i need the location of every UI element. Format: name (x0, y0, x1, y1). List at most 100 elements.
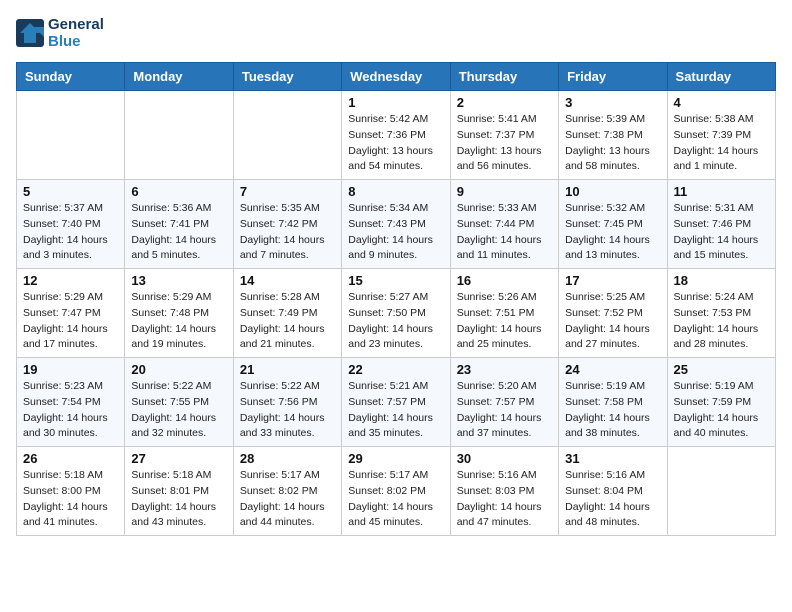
day-number: 9 (457, 184, 552, 199)
day-of-week-header: Monday (125, 63, 233, 91)
day-info: Sunrise: 5:42 AM Sunset: 7:36 PM Dayligh… (348, 112, 443, 175)
day-number: 27 (131, 451, 226, 466)
day-number: 8 (348, 184, 443, 199)
calendar-week-row: 5 Sunrise: 5:37 AM Sunset: 7:40 PM Daylig… (17, 180, 776, 269)
calendar-week-row: 19 Sunrise: 5:23 AM Sunset: 7:54 PM Dayli… (17, 358, 776, 447)
day-number: 15 (348, 273, 443, 288)
calendar-cell: 26 Sunrise: 5:18 AM Sunset: 8:00 PM Dayli… (17, 447, 125, 536)
day-number: 6 (131, 184, 226, 199)
calendar: SundayMondayTuesdayWednesdayThursdayFrid… (16, 62, 776, 536)
page-header: General Blue (16, 16, 776, 50)
day-number: 18 (674, 273, 769, 288)
day-number: 3 (565, 95, 660, 110)
calendar-cell: 27 Sunrise: 5:18 AM Sunset: 8:01 PM Dayli… (125, 447, 233, 536)
day-number: 5 (23, 184, 118, 199)
day-info: Sunrise: 5:29 AM Sunset: 7:48 PM Dayligh… (131, 290, 226, 353)
day-info: Sunrise: 5:28 AM Sunset: 7:49 PM Dayligh… (240, 290, 335, 353)
calendar-cell: 3 Sunrise: 5:39 AM Sunset: 7:38 PM Daylig… (559, 91, 667, 180)
day-info: Sunrise: 5:25 AM Sunset: 7:52 PM Dayligh… (565, 290, 660, 353)
day-info: Sunrise: 5:18 AM Sunset: 8:00 PM Dayligh… (23, 468, 118, 531)
calendar-cell: 15 Sunrise: 5:27 AM Sunset: 7:50 PM Dayli… (342, 269, 450, 358)
calendar-cell (125, 91, 233, 180)
calendar-cell: 21Sunrise: 5:22 AM Sunset: 7:56 PM Dayli… (233, 358, 341, 447)
day-info: Sunrise: 5:22 AM Sunset: 7:55 PM Dayligh… (131, 379, 226, 442)
day-of-week-header: Sunday (17, 63, 125, 91)
calendar-cell: 25 Sunrise: 5:19 AM Sunset: 7:59 PM Dayli… (667, 358, 775, 447)
day-info: Sunrise: 5:34 AM Sunset: 7:43 PM Dayligh… (348, 201, 443, 264)
day-info: Sunrise: 5:38 AM Sunset: 7:39 PM Dayligh… (674, 112, 769, 175)
day-info: Sunrise: 5:35 AM Sunset: 7:42 PM Dayligh… (240, 201, 335, 264)
day-number: 31 (565, 451, 660, 466)
day-number: 1 (348, 95, 443, 110)
day-number: 14 (240, 273, 335, 288)
days-of-week-row: SundayMondayTuesdayWednesdayThursdayFrid… (17, 63, 776, 91)
day-info: Sunrise: 5:41 AM Sunset: 7:37 PM Dayligh… (457, 112, 552, 175)
calendar-cell (667, 447, 775, 536)
calendar-cell: 2 Sunrise: 5:41 AM Sunset: 7:37 PM Daylig… (450, 91, 558, 180)
day-number: 10 (565, 184, 660, 199)
day-info: Sunrise: 5:19 AM Sunset: 7:58 PM Dayligh… (565, 379, 660, 442)
calendar-cell: 17Sunrise: 5:25 AM Sunset: 7:52 PM Dayli… (559, 269, 667, 358)
calendar-cell: 9 Sunrise: 5:33 AM Sunset: 7:44 PM Daylig… (450, 180, 558, 269)
day-info: Sunrise: 5:16 AM Sunset: 8:03 PM Dayligh… (457, 468, 552, 531)
day-number: 22 (348, 362, 443, 377)
calendar-cell: 30 Sunrise: 5:16 AM Sunset: 8:03 PM Dayli… (450, 447, 558, 536)
day-number: 4 (674, 95, 769, 110)
day-number: 7 (240, 184, 335, 199)
calendar-cell: 5 Sunrise: 5:37 AM Sunset: 7:40 PM Daylig… (17, 180, 125, 269)
calendar-cell: 11Sunrise: 5:31 AM Sunset: 7:46 PM Dayli… (667, 180, 775, 269)
calendar-cell: 1 Sunrise: 5:42 AM Sunset: 7:36 PM Daylig… (342, 91, 450, 180)
calendar-week-row: 12Sunrise: 5:29 AM Sunset: 7:47 PM Dayli… (17, 269, 776, 358)
calendar-cell: 29 Sunrise: 5:17 AM Sunset: 8:02 PM Dayli… (342, 447, 450, 536)
day-number: 20 (131, 362, 226, 377)
calendar-cell: 20 Sunrise: 5:22 AM Sunset: 7:55 PM Dayli… (125, 358, 233, 447)
day-info: Sunrise: 5:32 AM Sunset: 7:45 PM Dayligh… (565, 201, 660, 264)
day-info: Sunrise: 5:37 AM Sunset: 7:40 PM Dayligh… (23, 201, 118, 264)
day-info: Sunrise: 5:39 AM Sunset: 7:38 PM Dayligh… (565, 112, 660, 175)
calendar-cell: 12Sunrise: 5:29 AM Sunset: 7:47 PM Dayli… (17, 269, 125, 358)
day-info: Sunrise: 5:17 AM Sunset: 8:02 PM Dayligh… (240, 468, 335, 531)
day-of-week-header: Friday (559, 63, 667, 91)
day-info: Sunrise: 5:18 AM Sunset: 8:01 PM Dayligh… (131, 468, 226, 531)
day-number: 24 (565, 362, 660, 377)
day-info: Sunrise: 5:19 AM Sunset: 7:59 PM Dayligh… (674, 379, 769, 442)
logo-line1: General (48, 16, 104, 33)
day-number: 30 (457, 451, 552, 466)
calendar-cell: 19 Sunrise: 5:23 AM Sunset: 7:54 PM Dayli… (17, 358, 125, 447)
day-info: Sunrise: 5:17 AM Sunset: 8:02 PM Dayligh… (348, 468, 443, 531)
day-of-week-header: Wednesday (342, 63, 450, 91)
day-number: 28 (240, 451, 335, 466)
day-number: 25 (674, 362, 769, 377)
day-info: Sunrise: 5:36 AM Sunset: 7:41 PM Dayligh… (131, 201, 226, 264)
day-number: 13 (131, 273, 226, 288)
logo-line2: Blue (48, 33, 104, 50)
calendar-week-row: 1 Sunrise: 5:42 AM Sunset: 7:36 PM Daylig… (17, 91, 776, 180)
calendar-cell: 16Sunrise: 5:26 AM Sunset: 7:51 PM Dayli… (450, 269, 558, 358)
day-number: 29 (348, 451, 443, 466)
calendar-cell: 7 Sunrise: 5:35 AM Sunset: 7:42 PM Daylig… (233, 180, 341, 269)
day-info: Sunrise: 5:24 AM Sunset: 7:53 PM Dayligh… (674, 290, 769, 353)
day-info: Sunrise: 5:21 AM Sunset: 7:57 PM Dayligh… (348, 379, 443, 442)
day-info: Sunrise: 5:20 AM Sunset: 7:57 PM Dayligh… (457, 379, 552, 442)
calendar-cell (17, 91, 125, 180)
calendar-cell (233, 91, 341, 180)
calendar-cell: 18 Sunrise: 5:24 AM Sunset: 7:53 PM Dayli… (667, 269, 775, 358)
day-number: 16 (457, 273, 552, 288)
calendar-cell: 31 Sunrise: 5:16 AM Sunset: 8:04 PM Dayli… (559, 447, 667, 536)
day-number: 19 (23, 362, 118, 377)
day-info: Sunrise: 5:27 AM Sunset: 7:50 PM Dayligh… (348, 290, 443, 353)
calendar-cell: 8 Sunrise: 5:34 AM Sunset: 7:43 PM Daylig… (342, 180, 450, 269)
day-number: 23 (457, 362, 552, 377)
day-of-week-header: Saturday (667, 63, 775, 91)
calendar-week-row: 26 Sunrise: 5:18 AM Sunset: 8:00 PM Dayli… (17, 447, 776, 536)
day-number: 11 (674, 184, 769, 199)
calendar-cell: 22 Sunrise: 5:21 AM Sunset: 7:57 PM Dayli… (342, 358, 450, 447)
day-info: Sunrise: 5:33 AM Sunset: 7:44 PM Dayligh… (457, 201, 552, 264)
day-number: 2 (457, 95, 552, 110)
day-info: Sunrise: 5:29 AM Sunset: 7:47 PM Dayligh… (23, 290, 118, 353)
day-info: Sunrise: 5:16 AM Sunset: 8:04 PM Dayligh… (565, 468, 660, 531)
day-of-week-header: Tuesday (233, 63, 341, 91)
day-info: Sunrise: 5:23 AM Sunset: 7:54 PM Dayligh… (23, 379, 118, 442)
day-info: Sunrise: 5:22 AM Sunset: 7:56 PM Dayligh… (240, 379, 335, 442)
day-number: 26 (23, 451, 118, 466)
